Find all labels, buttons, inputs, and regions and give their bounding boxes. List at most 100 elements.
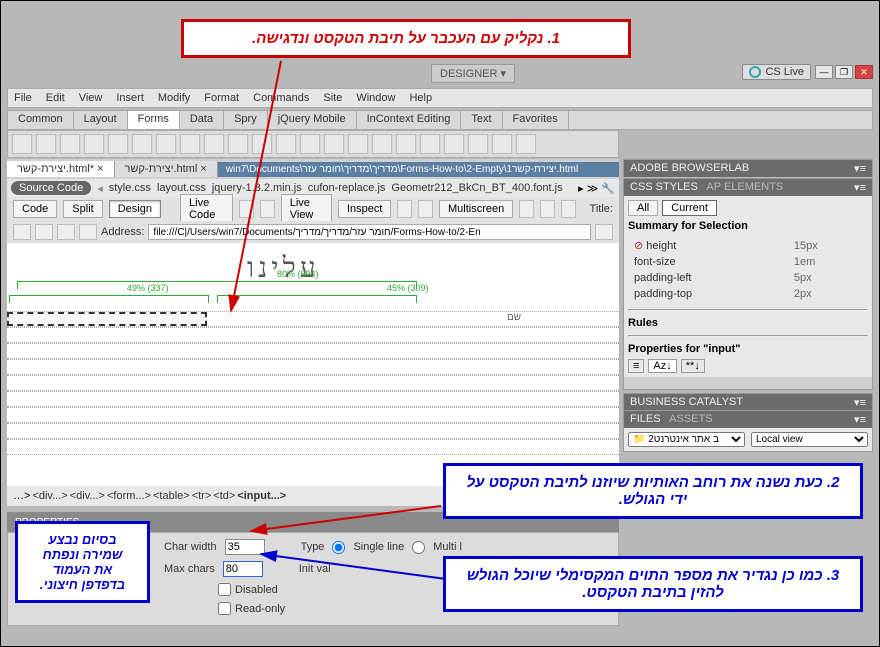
- back-icon[interactable]: [13, 224, 31, 240]
- design-view-button[interactable]: Design: [109, 200, 161, 218]
- hidden-tool-icon[interactable]: [60, 134, 80, 154]
- tag-table[interactable]: <table>: [153, 490, 190, 502]
- show-category-icon[interactable]: ≡: [628, 359, 644, 373]
- css-prop[interactable]: height: [646, 240, 676, 252]
- disabled-checkbox[interactable]: [218, 583, 231, 596]
- validate-icon[interactable]: [561, 200, 576, 218]
- settings-icon[interactable]: [595, 224, 613, 240]
- tag-div[interactable]: <div...>: [32, 490, 67, 502]
- files-tab[interactable]: FILES: [630, 413, 661, 425]
- browser-nav-icon[interactable]: [397, 200, 412, 218]
- tab-text[interactable]: Text: [461, 111, 502, 129]
- split-view-button[interactable]: Split: [63, 200, 102, 218]
- refresh-icon[interactable]: [260, 200, 275, 218]
- label-tool-icon[interactable]: [324, 134, 344, 154]
- tab-jquerymobile[interactable]: jQuery Mobile: [268, 111, 357, 129]
- spry-password-icon[interactable]: [468, 134, 488, 154]
- spry-checkbox-icon[interactable]: [420, 134, 440, 154]
- tag-div[interactable]: <div...>: [70, 490, 105, 502]
- menu-edit[interactable]: Edit: [46, 92, 65, 104]
- css-val[interactable]: 5px: [790, 271, 866, 285]
- design-canvas[interactable]: עלינו 49% (337) 80% (694) 45% (309) שם: [7, 243, 619, 486]
- spry-select-icon[interactable]: [444, 134, 464, 154]
- char-width-input[interactable]: [225, 539, 265, 555]
- browserlab-header[interactable]: ADOBE BROWSERLAB: [630, 162, 749, 175]
- checkboxgroup-tool-icon[interactable]: [132, 134, 152, 154]
- css-prop[interactable]: padding-top: [630, 287, 788, 301]
- readonly-checkbox[interactable]: [218, 602, 231, 615]
- inspect-button[interactable]: Inspect: [338, 200, 391, 218]
- tab-spry[interactable]: Spry: [224, 111, 268, 129]
- source-code-button[interactable]: Source Code: [11, 181, 91, 195]
- textfield-tool-icon[interactable]: [36, 134, 56, 154]
- minimize-button[interactable]: —: [815, 65, 833, 79]
- workspace-switcher[interactable]: DESIGNER ▾: [431, 64, 515, 83]
- show-set-icon[interactable]: **↓: [681, 359, 705, 373]
- radio-tool-icon[interactable]: [156, 134, 176, 154]
- fieldset-tool-icon[interactable]: [348, 134, 368, 154]
- tab-forms[interactable]: Forms: [128, 111, 180, 129]
- button-tool-icon[interactable]: [300, 134, 320, 154]
- filefield-tool-icon[interactable]: [276, 134, 296, 154]
- tab-incontext[interactable]: InContext Editing: [357, 111, 462, 129]
- textarea-tool-icon[interactable]: [84, 134, 104, 154]
- multiscreen-button[interactable]: Multiscreen: [439, 200, 513, 218]
- related-file[interactable]: jquery-1.3.2.min.js: [212, 182, 302, 194]
- radiogroup-tool-icon[interactable]: [180, 134, 200, 154]
- menu-modify[interactable]: Modify: [158, 92, 190, 104]
- menu-site[interactable]: Site: [323, 92, 342, 104]
- css-current-button[interactable]: Current: [662, 200, 717, 216]
- type-single-radio[interactable]: [332, 541, 345, 554]
- css-prop[interactable]: padding-left: [630, 271, 788, 285]
- tab-common[interactable]: Common: [8, 111, 74, 129]
- spry-validation-icon[interactable]: [372, 134, 392, 154]
- live-view-button[interactable]: Live View: [281, 194, 332, 224]
- css-all-button[interactable]: All: [628, 200, 658, 216]
- tag-td[interactable]: <td>: [213, 490, 235, 502]
- business-catalyst-header[interactable]: BUSINESS CATALYST: [630, 396, 743, 409]
- menu-help[interactable]: Help: [409, 92, 432, 104]
- restore-button[interactable]: ❐: [835, 65, 853, 79]
- selected-text-field[interactable]: [7, 312, 207, 326]
- home-icon[interactable]: [79, 224, 97, 240]
- inspect-icon[interactable]: [239, 200, 254, 218]
- menu-file[interactable]: File: [14, 92, 32, 104]
- preview-icon[interactable]: [519, 200, 534, 218]
- css-prop[interactable]: font-size: [630, 255, 788, 269]
- related-file[interactable]: layout.css: [157, 182, 206, 194]
- css-styles-tab[interactable]: CSS STYLES: [630, 181, 698, 193]
- site-select[interactable]: 📁 ב אתר אינטרנט2: [628, 432, 745, 447]
- css-val[interactable]: 2px: [790, 287, 866, 301]
- view-select[interactable]: Local view: [751, 432, 868, 447]
- css-val[interactable]: 15px: [790, 238, 866, 253]
- visual-aids-icon[interactable]: [540, 200, 555, 218]
- tag-tr[interactable]: <tr>: [192, 490, 212, 502]
- doc-tab[interactable]: יצירת-קשר.html ×: [115, 161, 218, 177]
- checkbox-tool-icon[interactable]: [108, 134, 128, 154]
- tab-data[interactable]: Data: [180, 111, 224, 129]
- address-input[interactable]: [148, 224, 591, 240]
- ap-elements-tab[interactable]: AP ELEMENTS: [706, 181, 783, 193]
- imagefield-tool-icon[interactable]: [252, 134, 272, 154]
- cslive-button[interactable]: CS Live: [742, 64, 811, 80]
- show-list-icon[interactable]: Az↓: [648, 359, 676, 373]
- css-val[interactable]: 1em: [790, 255, 866, 269]
- tag-input[interactable]: <input...>: [237, 490, 286, 502]
- related-file[interactable]: style.css: [109, 182, 151, 194]
- assets-tab[interactable]: ASSETS: [669, 413, 712, 425]
- tag-form[interactable]: <form...>: [107, 490, 151, 502]
- max-chars-input[interactable]: [223, 561, 263, 577]
- menu-view[interactable]: View: [79, 92, 103, 104]
- refresh2-icon[interactable]: [418, 200, 433, 218]
- tab-favorites[interactable]: Favorites: [503, 111, 569, 129]
- related-file[interactable]: cufon-replace.js: [308, 182, 386, 194]
- form-tool-icon[interactable]: [12, 134, 32, 154]
- spry-confirm-icon[interactable]: [492, 134, 512, 154]
- menu-insert[interactable]: Insert: [116, 92, 144, 104]
- related-file[interactable]: Geometr212_BkCn_BT_400.font.js: [391, 182, 562, 194]
- refresh-icon[interactable]: [57, 224, 75, 240]
- close-button[interactable]: ✕: [855, 65, 873, 79]
- doc-tab-active[interactable]: יצירת-קשר.html* ×: [7, 161, 115, 177]
- menu-window[interactable]: Window: [356, 92, 395, 104]
- type-multi-radio[interactable]: [412, 541, 425, 554]
